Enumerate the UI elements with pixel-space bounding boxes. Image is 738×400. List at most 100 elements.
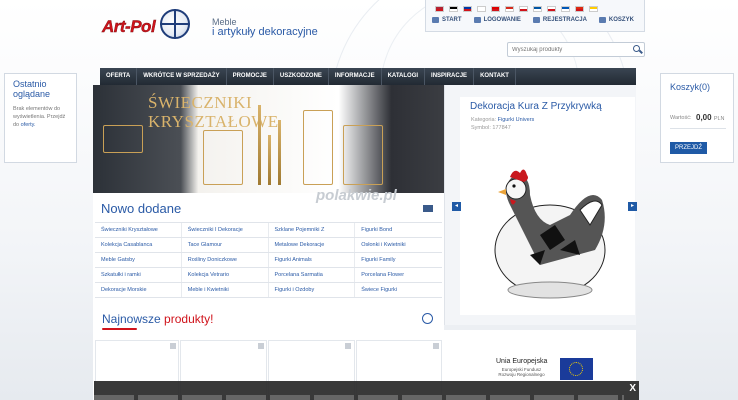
- category-row: Kolekcja Casablanca Tace Glamour Metalowe …: [95, 238, 442, 253]
- category-link[interactable]: Dekoracje Morskie: [95, 283, 182, 297]
- search-icon[interactable]: [633, 45, 640, 52]
- cookie-bar: X: [94, 381, 639, 400]
- language-flag-icon[interactable]: [589, 6, 598, 12]
- offer-link[interactable]: oferty.: [21, 122, 36, 128]
- category-link[interactable]: Figurki Family: [355, 253, 442, 267]
- top-link-login[interactable]: LOGOWANIE: [473, 17, 521, 23]
- top-link-register[interactable]: REJESTRACJA: [532, 17, 587, 23]
- logo-globe-icon: [160, 9, 190, 39]
- cart-box: Koszyk(0) Wartość: 0,00 PLN PRZEJDŹ: [660, 73, 734, 163]
- globe-icon[interactable]: [422, 313, 433, 324]
- language-flag-icon[interactable]: [561, 6, 570, 12]
- language-flag-icon[interactable]: [435, 6, 444, 12]
- category-row: Dekoracje Morskie Meble i Kwietniki Figurk…: [95, 283, 442, 298]
- new-added-title: Nowo dodane: [101, 201, 182, 216]
- nav-item-0[interactable]: OFERTA: [100, 68, 138, 85]
- user-icon: [473, 17, 481, 23]
- candelabra-image: [203, 130, 243, 185]
- category-link[interactable]: Kolekcja Casablanca: [95, 238, 182, 252]
- category-link[interactable]: Meble i Kwietniki: [182, 283, 269, 297]
- top-bar: START LOGOWANIE REJESTRACJA KOSZYK: [425, 0, 645, 32]
- candle-image: [268, 135, 271, 185]
- language-flag-icon[interactable]: [491, 6, 500, 12]
- language-flags: [435, 6, 598, 12]
- nav-item-1[interactable]: WKRÓTCE W SPRZEDAŻY: [137, 68, 227, 85]
- category-link[interactable]: Metalowe Dekoracje: [269, 238, 356, 252]
- language-flag-icon[interactable]: [505, 6, 514, 12]
- top-links: START LOGOWANIE REJESTRACJA KOSZYK: [432, 17, 634, 23]
- title-underline: [102, 328, 137, 330]
- candelabra-image: [103, 125, 143, 153]
- search-box: [507, 42, 645, 57]
- nav-item-4[interactable]: INFORMACJE: [329, 68, 382, 85]
- category-link[interactable]: Tace Glamour: [182, 238, 269, 252]
- top-link-start[interactable]: START: [432, 17, 462, 23]
- product-badge-icon: [433, 343, 439, 349]
- product-badge-icon: [345, 343, 351, 349]
- divider: [670, 128, 726, 129]
- candle-image: [258, 105, 261, 185]
- language-flag-icon[interactable]: [575, 6, 584, 12]
- cart-icon: [598, 17, 606, 23]
- candelabra-image: [303, 110, 333, 185]
- product-badge-icon: [258, 343, 264, 349]
- category-link[interactable]: Świeczniki I Dekoracje: [182, 223, 269, 237]
- category-link[interactable]: Kolekcja Vetrario: [182, 268, 269, 282]
- category-link[interactable]: Figurki Animals: [269, 253, 356, 267]
- category-link[interactable]: Szklane Pojemniki Z: [269, 223, 356, 237]
- category-link[interactable]: Świeczniki Kryształowe: [95, 223, 182, 237]
- nav-item-7[interactable]: KONTAKT: [474, 68, 516, 85]
- top-link-cart[interactable]: KOSZYK: [598, 17, 634, 23]
- category-link[interactable]: Szkatułki i ramki: [95, 268, 182, 282]
- tagline-line-2: i artykuły dekoracyjne: [212, 26, 318, 38]
- search-input[interactable]: [508, 43, 618, 56]
- recently-viewed-text: Brak elementów do wyświetlenia. Przejdź …: [13, 106, 66, 128]
- category-link[interactable]: Osłonki i Kwietniki: [355, 238, 442, 252]
- category-row: Meble Gatsby Rośliny Doniczkowe Figurki An…: [95, 253, 442, 268]
- close-icon[interactable]: X: [629, 383, 636, 394]
- category-link[interactable]: Figurki i Ozdoby: [269, 283, 356, 297]
- category-link[interactable]: Meble Gatsby: [95, 253, 182, 267]
- language-flag-icon[interactable]: [547, 6, 556, 12]
- promo-banner[interactable]: ŚWIECZNIKI KRYSZTAŁOWE: [93, 85, 444, 193]
- category-link[interactable]: Rośliny Doniczkowe: [182, 253, 269, 267]
- prev-arrow-icon[interactable]: ◂: [452, 202, 461, 211]
- category-link[interactable]: Figurki Bond: [355, 223, 442, 237]
- language-flag-icon[interactable]: [463, 6, 472, 12]
- category-row: Szkatułki i ramki Kolekcja Vetrario Porcel…: [95, 268, 442, 283]
- language-flag-icon[interactable]: [477, 6, 486, 12]
- go-to-cart-button[interactable]: PRZEJDŹ: [670, 142, 707, 154]
- cookie-text-placeholder: [94, 395, 624, 400]
- main-nav: OFERTA WKRÓTCE W SPRZEDAŻY PROMOCJE USZKODZ…: [100, 68, 636, 85]
- truck-icon: [423, 205, 433, 212]
- recently-viewed-box: Ostatnio oglądane Brak elementów do wyświ…: [4, 73, 77, 163]
- featured-product-name[interactable]: Dekoracja Kura Z Przykrywką: [470, 101, 602, 112]
- product-badge-icon: [170, 343, 176, 349]
- cart-title[interactable]: Koszyk(0): [661, 74, 733, 92]
- eu-subtitle: Europejski Fundusz Rozwoju Regionalnego: [498, 367, 545, 377]
- cart-value-label: Wartość:: [670, 115, 692, 121]
- nav-item-6[interactable]: INSPIRACJE: [425, 68, 475, 85]
- eu-flag-icon: [560, 358, 593, 380]
- candle-image: [278, 120, 281, 185]
- nav-item-3[interactable]: USZKODZONE: [274, 68, 329, 85]
- language-flag-icon[interactable]: [449, 6, 458, 12]
- recently-viewed-title: Ostatnio oglądane: [13, 79, 51, 99]
- cart-amount: 0,00 PLN: [696, 113, 725, 122]
- eu-title: Unia Europejska: [496, 358, 548, 365]
- language-flag-icon[interactable]: [519, 6, 528, 12]
- nav-item-2[interactable]: PROMOCJE: [227, 68, 274, 85]
- category-link[interactable]: Porcelana Sarmatia: [269, 268, 356, 282]
- category-row: Świeczniki Kryształowe Świeczniki I Dekor…: [95, 223, 442, 238]
- category-link[interactable]: Świece Figurki: [355, 283, 442, 297]
- home-icon: [432, 17, 439, 23]
- category-link[interactable]: Porcelana Flower: [355, 268, 442, 282]
- logo[interactable]: Art-Pol: [100, 9, 195, 44]
- logo-text: Art-Pol: [102, 17, 156, 36]
- newest-products-title: Najnowsze produkty!: [102, 312, 214, 326]
- eu-stars-icon: [569, 362, 583, 376]
- nav-item-5[interactable]: KATALOGI: [382, 68, 426, 85]
- next-arrow-icon[interactable]: ▸: [628, 202, 637, 211]
- language-flag-icon[interactable]: [533, 6, 542, 12]
- candelabra-image: [343, 125, 383, 185]
